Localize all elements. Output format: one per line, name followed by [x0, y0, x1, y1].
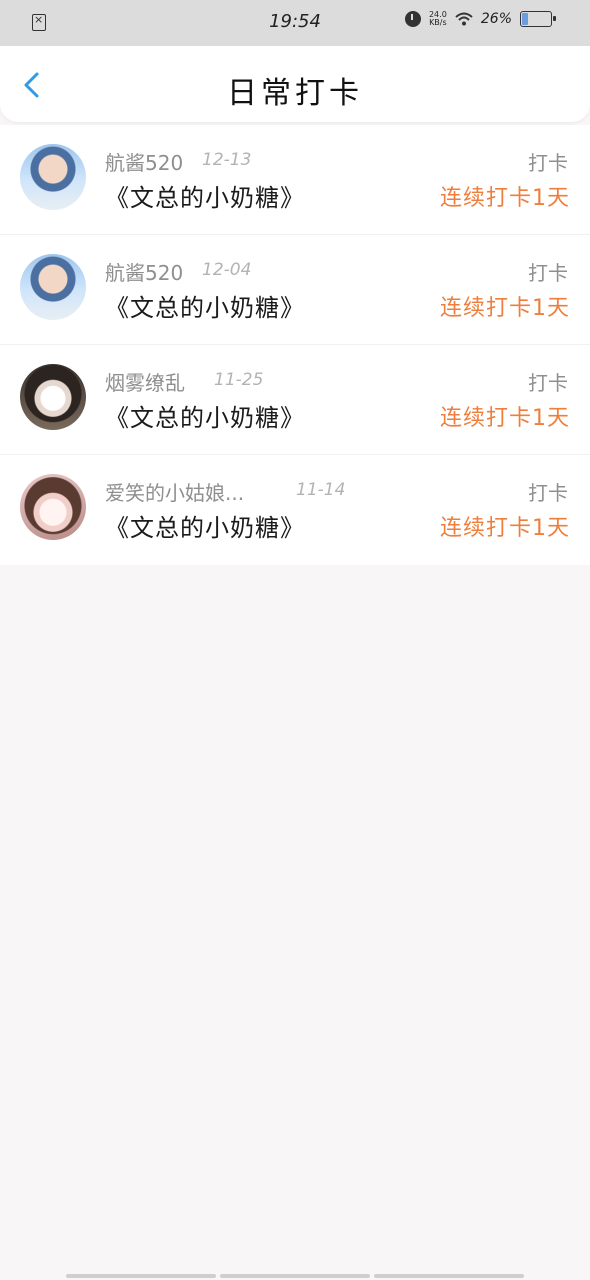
streak-label: 连续打卡1天	[440, 516, 570, 541]
checkin-label: 打卡	[528, 371, 568, 395]
user-name: 烟雾缭乱	[105, 371, 185, 395]
streak-label: 连续打卡1天	[440, 406, 570, 431]
nav-bar: 日常打卡	[0, 46, 590, 122]
checkin-date: 11-25	[214, 370, 264, 390]
avatar[interactable]	[20, 144, 86, 210]
checkin-label: 打卡	[528, 151, 568, 175]
checkin-date: 12-04	[202, 260, 252, 280]
book-title: 《文总的小奶糖》	[105, 294, 305, 322]
network-speed: 24.0 KB/s	[429, 11, 447, 27]
list-item[interactable]: 烟雾缭乱 11-25 《文总的小奶糖》 打卡 连续打卡1天	[0, 345, 590, 455]
avatar[interactable]	[20, 364, 86, 430]
book-title: 《文总的小奶糖》	[105, 514, 305, 542]
wifi-icon	[455, 12, 473, 26]
user-name: 航酱520	[105, 261, 184, 285]
checkin-label: 打卡	[528, 481, 568, 505]
streak-label: 连续打卡1天	[440, 296, 570, 321]
battery-percent: 26%	[480, 11, 512, 27]
checkin-date: 11-14	[296, 480, 346, 500]
avatar[interactable]	[20, 254, 86, 320]
list-item[interactable]: 爱笑的小姑娘... 11-14 《文总的小奶糖》 打卡 连续打卡1天	[0, 455, 590, 565]
nav-gesture-bar-left[interactable]	[66, 1274, 216, 1278]
nav-gesture-bar-center[interactable]	[220, 1274, 370, 1278]
user-name: 航酱520	[105, 151, 184, 175]
checkin-list: 航酱520 12-13 《文总的小奶糖》 打卡 连续打卡1天 航酱520 12-…	[0, 125, 590, 565]
list-item[interactable]: 航酱520 12-04 《文总的小奶糖》 打卡 连续打卡1天	[0, 235, 590, 345]
avatar[interactable]	[20, 474, 86, 540]
list-item[interactable]: 航酱520 12-13 《文总的小奶糖》 打卡 连续打卡1天	[0, 125, 590, 235]
book-title: 《文总的小奶糖》	[105, 184, 305, 212]
network-speed-unit: KB/s	[429, 18, 447, 27]
home-indicator[interactable]	[66, 1274, 524, 1278]
battery-icon	[520, 11, 556, 27]
book-title: 《文总的小奶糖》	[105, 404, 305, 432]
checkin-label: 打卡	[528, 261, 568, 285]
alarm-icon	[404, 11, 421, 27]
status-indicators: 24.0 KB/s 26%	[404, 11, 556, 27]
checkin-date: 12-13	[202, 150, 252, 170]
streak-label: 连续打卡1天	[440, 186, 570, 211]
user-name: 爱笑的小姑娘...	[105, 481, 245, 505]
nav-gesture-bar-right[interactable]	[374, 1274, 524, 1278]
page-title: 日常打卡	[227, 76, 363, 111]
status-bar: 19:54 24.0 KB/s 26%	[0, 0, 590, 46]
